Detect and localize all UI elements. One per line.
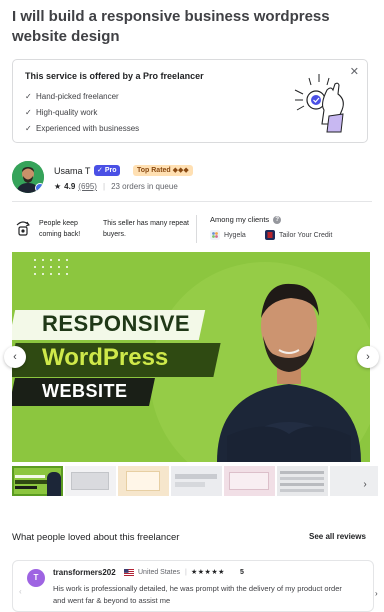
seller-rating: ★ 4.9 (695) | 23 orders in queue	[54, 182, 178, 191]
help-icon[interactable]: ?	[273, 215, 282, 224]
pro-badge-illustration-icon	[294, 74, 344, 133]
review-card: ‹ T transformers202 United States | ★★★★…	[12, 560, 378, 612]
review-stars-icon: ★★★★★	[191, 569, 225, 576]
review-next-icon[interactable]: ›	[375, 589, 378, 598]
review-text: His work is professionally detailed, he …	[53, 584, 342, 605]
check-icon: ✓	[25, 92, 32, 101]
star-icon: ★	[54, 182, 62, 191]
reviews-section-title: What people loved about this freelancer	[12, 532, 180, 543]
review-prev-icon[interactable]: ‹	[19, 587, 22, 596]
seller-overview: Usama T ✓ Pro Top Rated ◆◆◆ ★ 4.9 (695) …	[12, 161, 372, 197]
check-icon: ✓	[25, 108, 32, 117]
gallery-prev-button[interactable]: ‹	[4, 346, 26, 368]
clients-title: Among my clients ?	[210, 215, 282, 224]
separator: |	[185, 569, 187, 576]
hero-line-3: WEBSITE	[42, 381, 128, 401]
seller-portrait	[217, 283, 361, 462]
gallery-next-button[interactable]: ›	[357, 346, 379, 368]
client-hygela: Hygela	[210, 230, 246, 240]
pro-badge: ✓ Pro	[94, 165, 120, 176]
seller-avatar[interactable]	[12, 161, 44, 193]
see-all-reviews-link[interactable]: See all reviews	[309, 532, 366, 541]
thumbnail[interactable]	[12, 466, 63, 496]
pro-box-item: ✓ High-quality work	[25, 105, 139, 121]
pro-box-item: ✓ Experienced with businesses	[25, 121, 139, 137]
thumbnail[interactable]	[118, 466, 169, 496]
divider	[196, 215, 197, 243]
pro-box-list: ✓ Hand-picked freelancer ✓ High-quality wo…	[25, 89, 139, 137]
separator: |	[102, 182, 106, 191]
hygela-logo-icon	[210, 230, 220, 240]
reviewer-avatar: T	[27, 569, 45, 587]
client-tailor-your-credit: Tailor Your Credit	[265, 230, 332, 240]
rating-value: 4.9	[64, 182, 76, 191]
thumbnail[interactable]	[65, 466, 116, 496]
pro-freelancer-box: This service is offered by a Pro freelan…	[12, 59, 368, 143]
us-flag-icon	[124, 569, 134, 576]
gig-page: I will build a responsive business wordp…	[0, 0, 384, 612]
repeat-title: People keep coming back!	[39, 220, 81, 238]
seller-highlights: People keep coming back! This seller has…	[12, 213, 372, 243]
review-score: 5	[240, 569, 244, 576]
pro-check-icon: ✓	[97, 167, 103, 174]
thumbnail[interactable]	[277, 466, 328, 496]
hero-line-2: WordPress	[42, 344, 169, 371]
pro-box-item: ✓ Hand-picked freelancer	[25, 89, 139, 105]
repeat-buyers-icon	[16, 221, 30, 236]
tailor-your-credit-logo-icon	[265, 230, 275, 240]
pro-box-heading: This service is offered by a Pro freelan…	[25, 71, 204, 81]
thumbnails-next-button[interactable]: ›	[358, 477, 372, 491]
check-icon: ✓	[25, 124, 32, 133]
thumbnail[interactable]	[224, 466, 275, 496]
hero-line-1: RESPONSIVE	[42, 311, 191, 336]
reviews-count-link[interactable]: (695)	[78, 182, 97, 191]
seller-name[interactable]: Usama T	[54, 166, 90, 176]
divider	[12, 201, 372, 202]
thumbnail[interactable]	[171, 466, 222, 496]
gig-title: I will build a responsive business wordp…	[12, 8, 330, 45]
top-rated-badge: Top Rated ◆◆◆	[133, 165, 193, 176]
reviewer-country: United States	[138, 569, 181, 576]
reviewer-name: transformers202	[53, 568, 116, 577]
gig-main-image[interactable]: RESPONSIVE WordPress WEBSITE	[12, 252, 370, 462]
orders-in-queue: 23 orders in queue	[111, 182, 178, 191]
verified-icon	[35, 183, 44, 193]
gallery-thumbnails	[12, 466, 378, 496]
dots-decoration	[34, 259, 68, 275]
repeat-description: This seller has many repeat buyers.	[103, 220, 189, 238]
